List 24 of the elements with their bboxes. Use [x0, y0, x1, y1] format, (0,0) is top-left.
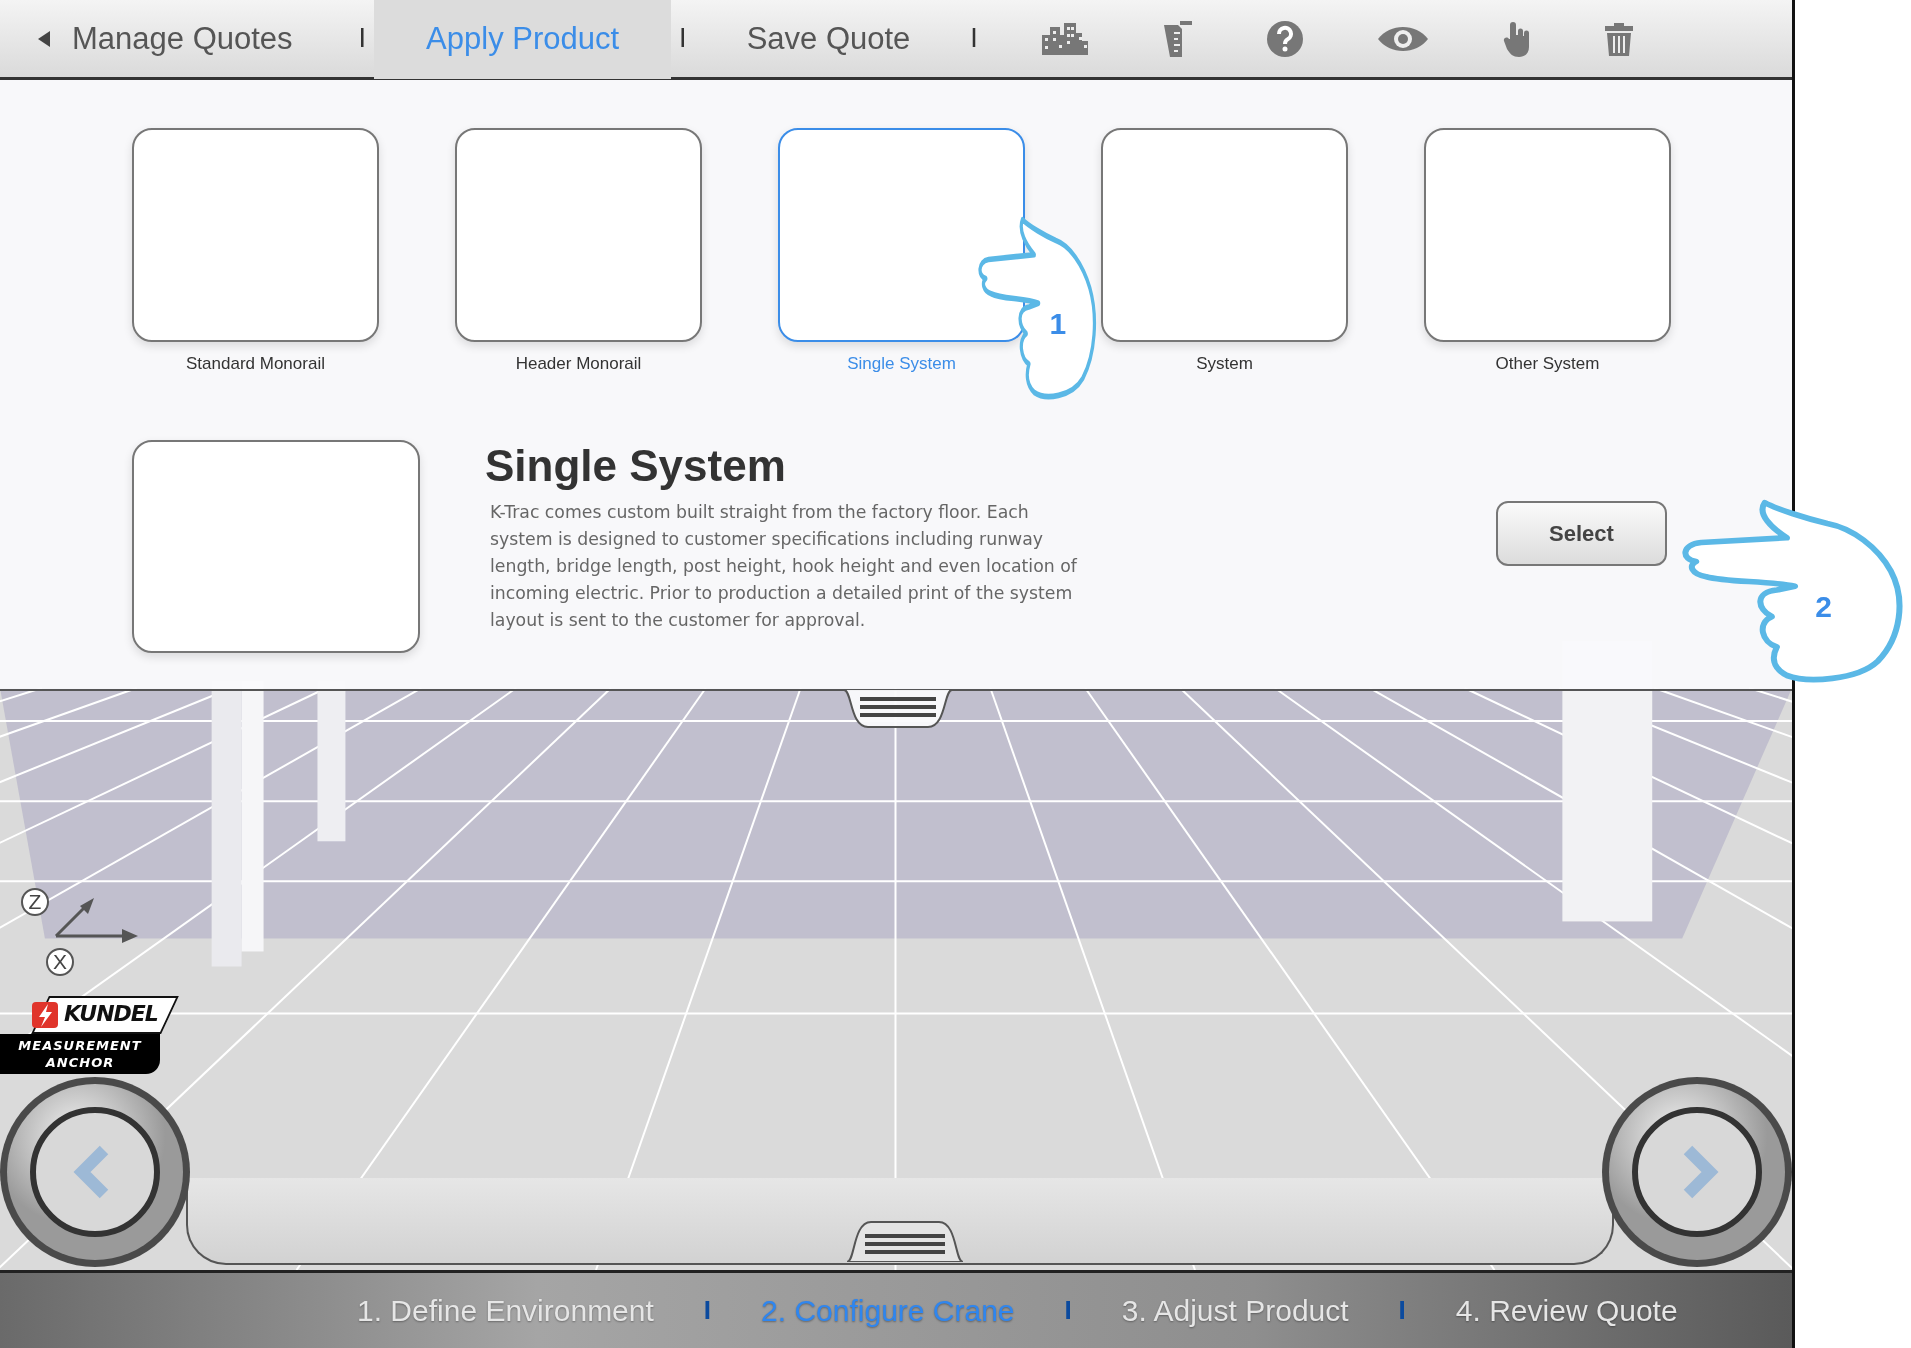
product-label: Single System — [847, 354, 956, 374]
select-button[interactable]: Select — [1496, 501, 1667, 566]
separator: I — [703, 1295, 712, 1326]
step-number: 1 — [1049, 307, 1067, 341]
product-label: Other System — [1495, 354, 1600, 374]
product-label: Header Monorail — [515, 354, 642, 374]
step-tab[interactable]: 1. Define Environment — [357, 1293, 654, 1328]
step-tab[interactable]: 4. Review Quote — [1455, 1293, 1678, 1328]
logo-caption: MEASUREMENT ANCHOR — [0, 1034, 160, 1074]
separator: I — [1398, 1295, 1406, 1326]
tab[interactable]: Save Quote — [694, 0, 963, 79]
detail-title: Single System — [485, 440, 787, 492]
separator: I — [970, 23, 978, 54]
logo-text: KUNDEL — [64, 1001, 158, 1026]
product-label: System — [1196, 354, 1253, 374]
detail-description: K-Trac comes custom built straight from the factory floor. Each system is designed to customer specifications including runway length, bridge length, post height, hook height and even location of incoming electric. Prior to production a detailed print of the system layout is sent to the customer for approval. — [490, 500, 1079, 632]
separator: I — [679, 23, 687, 54]
separator: I — [358, 23, 367, 54]
separator: I — [1064, 1295, 1072, 1326]
tab[interactable]: Apply Product — [374, 0, 672, 79]
step-number: 2 — [1815, 590, 1832, 624]
back-link[interactable]: Manage Quotes — [0, 19, 299, 58]
step-tab[interactable]: 3. Adjust Product — [1121, 1293, 1349, 1328]
product-label: Standard Monorail — [186, 354, 325, 374]
